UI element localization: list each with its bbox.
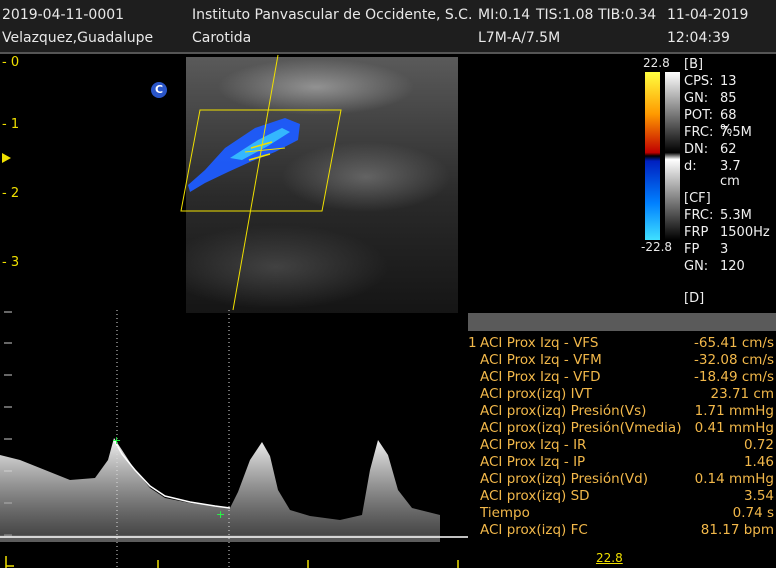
measurement-row: ACI Prox Izq - VFD -18.49 cm/s xyxy=(468,369,776,386)
color-scale-max: 22.8 xyxy=(643,56,670,70)
measurement-value: 0.74 s xyxy=(732,505,774,521)
measurement-value: 0.72 xyxy=(743,437,774,453)
measurement-value: 3.54 xyxy=(743,488,774,504)
measurement-value: -65.41 cm/s xyxy=(694,335,774,351)
measurement-row: ACI prox(izq) Presión(Vs) 1.71 mmHg xyxy=(468,403,776,420)
spectral-scale-label: 22.8 xyxy=(596,551,623,565)
b-param-row: FRC: 7.5M xyxy=(684,125,752,140)
doppler-cursor-line[interactable] xyxy=(232,54,279,311)
gray-scale-bar xyxy=(665,72,680,240)
measurement-index: 1 xyxy=(468,335,477,351)
measurement-row: ACI prox(izq) FC 81.17 bpm xyxy=(468,522,776,539)
measurement-label: ACI prox(izq) SD xyxy=(480,488,590,504)
b-param-row: GN: 85 xyxy=(684,91,737,106)
measurement-value: 23.71 cm xyxy=(710,386,774,402)
measurement-label: ACI prox(izq) Presión(Vs) xyxy=(480,403,647,419)
peak-caliper-icon[interactable]: + xyxy=(112,434,121,447)
cf-param-row: FP 3 xyxy=(684,242,729,257)
b-params-title: [B] xyxy=(684,57,704,72)
measurement-row: ACI Prox Izq - IP 1.46 xyxy=(468,454,776,471)
measurement-row: ACI Prox Izq - VFM -32.08 cm/s xyxy=(468,352,776,369)
baseline-noise xyxy=(0,535,440,542)
measurement-row: ACI prox(izq) SD 3.54 xyxy=(468,488,776,505)
b-param-row: CPS: 13 xyxy=(684,74,737,89)
measurement-value: 0.14 mmHg xyxy=(694,471,774,487)
b-param-row: d: 3.7 cm xyxy=(684,159,741,189)
cf-params-title: [CF] xyxy=(684,191,711,206)
end-diastole-caliper-icon[interactable]: + xyxy=(216,508,225,521)
measurement-label: ACI Prox Izq - IP xyxy=(480,454,586,470)
cf-param-row: GN: 120 xyxy=(684,259,745,274)
measurement-label: ACI prox(izq) FC xyxy=(480,522,588,538)
measurement-table-header xyxy=(468,313,776,331)
color-scale-bar xyxy=(645,72,660,240)
measurement-row: ACI prox(izq) IVT 23.71 cm xyxy=(468,386,776,403)
measurement-value: -32.08 cm/s xyxy=(694,352,774,368)
cf-param-row: FRC: 5.3M xyxy=(684,208,752,223)
cf-param-row: FRP 1500Hz xyxy=(684,225,770,240)
time-scale xyxy=(5,556,459,568)
measurement-label: ACI Prox Izq - VFS xyxy=(480,335,599,351)
color-scale-min: -22.8 xyxy=(641,240,673,254)
measurement-table: 1 ACI Prox Izq - VFS -65.41 cm/s ACI Prox I… xyxy=(468,313,776,542)
measurement-label: ACI prox(izq) IVT xyxy=(480,386,593,402)
measurement-row: ACI prox(izq) Presión(Vd) 0.14 mmHg xyxy=(468,471,776,488)
measurement-label: ACI Prox Izq - IR xyxy=(480,437,587,453)
measurement-label: ACI prox(izq) Presión(Vmedia) xyxy=(480,420,682,436)
measurement-value: -18.49 cm/s xyxy=(694,369,774,385)
measurement-value: 81.17 bpm xyxy=(700,522,774,538)
color-box[interactable] xyxy=(180,109,342,212)
measurement-value: 1.46 xyxy=(743,454,774,470)
measurement-row: ACI prox(izq) Presión(Vmedia) 0.41 mmHg xyxy=(468,420,776,437)
measurement-row: Tiempo 0.74 s xyxy=(468,505,776,522)
measurement-row: ACI Prox Izq - IR 0.72 xyxy=(468,437,776,454)
d-params-title: [D] xyxy=(684,291,705,306)
b-param-row: DN: 62 xyxy=(684,142,737,157)
measurement-label: ACI Prox Izq - VFM xyxy=(480,352,602,368)
measurement-value: 1.71 mmHg xyxy=(694,403,774,419)
measurement-row: 1 ACI Prox Izq - VFS -65.41 cm/s xyxy=(468,335,776,352)
measurement-label: ACI Prox Izq - VFD xyxy=(480,369,601,385)
measurement-label: ACI prox(izq) Presión(Vd) xyxy=(480,471,648,487)
measurement-label: Tiempo xyxy=(480,505,530,521)
spectral-doppler-trace[interactable]: + + xyxy=(0,310,470,568)
b-param-row: POT: 68 % xyxy=(684,108,737,138)
measurement-value: 0.41 mmHg xyxy=(694,420,774,436)
